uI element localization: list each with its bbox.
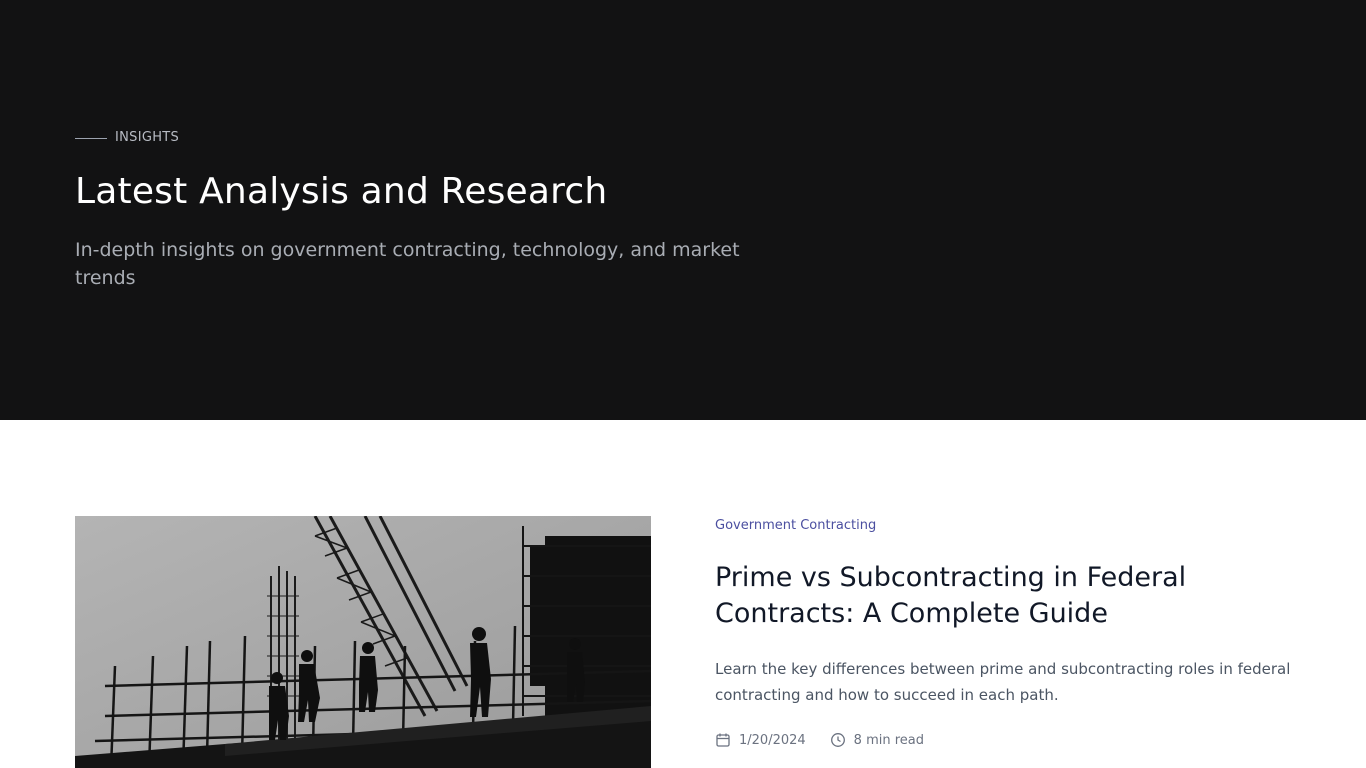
article-meta: 1/20/2024 8 min read bbox=[715, 732, 924, 748]
page-title: Latest Analysis and Research bbox=[75, 171, 608, 212]
hero-section: INSIGHTS Latest Analysis and Research In… bbox=[0, 0, 1366, 420]
article-excerpt: Learn the key differences between prime … bbox=[715, 660, 1291, 704]
construction-workers-photo bbox=[75, 516, 651, 768]
calendar-icon bbox=[715, 732, 731, 748]
clock-icon bbox=[830, 732, 846, 748]
page-subtitle: In-depth insights on government contract… bbox=[75, 239, 740, 289]
eyebrow-label: INSIGHTS bbox=[115, 130, 180, 145]
category-link[interactable]: Government Contracting bbox=[715, 516, 876, 536]
featured-article: Government Contracting Prime vs Subcontr… bbox=[0, 420, 1366, 768]
eyebrow-divider bbox=[75, 137, 107, 139]
publish-date-text: 1/20/2024 bbox=[739, 732, 806, 748]
eyebrow: INSIGHTS bbox=[75, 128, 179, 148]
read-time-text: 8 min read bbox=[853, 732, 924, 748]
featured-article-image[interactable] bbox=[75, 516, 651, 768]
read-time: 8 min read bbox=[830, 732, 924, 748]
publish-date: 1/20/2024 bbox=[715, 732, 806, 748]
article-title[interactable]: Prime vs Subcontracting in Federal Contr… bbox=[715, 560, 1305, 632]
